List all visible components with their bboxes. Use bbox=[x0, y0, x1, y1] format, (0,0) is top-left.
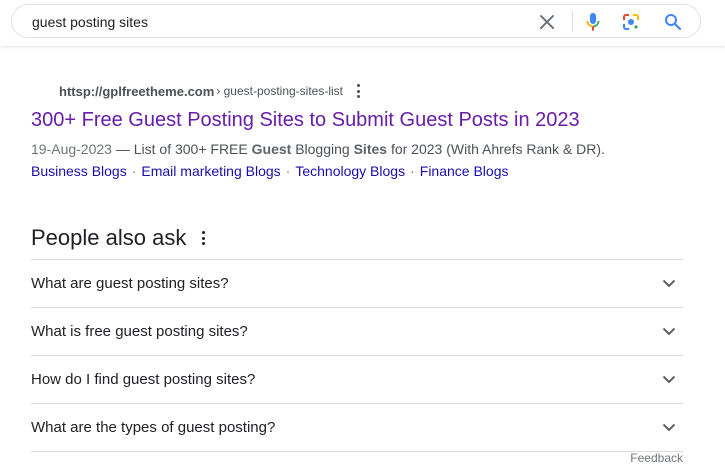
snippet-highlight: Sites bbox=[353, 141, 388, 157]
feedback-link[interactable]: Feedback bbox=[630, 451, 683, 465]
sitelink-business-blogs[interactable]: Business Blogs bbox=[31, 163, 127, 179]
snippet-text: — List of 300+ FREE bbox=[111, 141, 252, 157]
result-title-link[interactable]: 300+ Free Guest Posting Sites to Submit … bbox=[31, 107, 691, 133]
google-lens-icon[interactable] bbox=[620, 11, 642, 33]
result-path: › guest-posting-sites-list bbox=[216, 84, 344, 98]
result-sitelinks: Business Blogs · Email marketing Blogs · Tec… bbox=[31, 161, 691, 181]
question-text: What are guest posting sites? bbox=[31, 275, 229, 292]
more-vert-icon[interactable] bbox=[200, 231, 206, 245]
result-domain[interactable]: httsp://gplfreetheme.com bbox=[59, 84, 214, 99]
search-icon[interactable] bbox=[662, 11, 684, 33]
chevron-down-icon bbox=[657, 320, 681, 344]
more-vert-icon[interactable] bbox=[355, 84, 361, 98]
question-text: How do I find guest posting sites? bbox=[31, 371, 256, 388]
people-also-ask-title: People also ask bbox=[31, 225, 187, 250]
chevron-down-icon bbox=[657, 272, 681, 296]
question-list: What are guest posting sites? What is fr… bbox=[31, 259, 683, 452]
sitelink-finance-blogs[interactable]: Finance Blogs bbox=[420, 163, 509, 179]
result-date: 19-Aug-2023 bbox=[31, 141, 112, 157]
search-results-page: guest posting sites httsp://gplfreetheme… bbox=[0, 0, 725, 468]
snippet-text: for 2023 (With Ahrefs Rank & DR). bbox=[387, 141, 605, 157]
sitelink-technology-blogs[interactable]: Technology Blogs bbox=[295, 163, 405, 179]
sitelink-separator: · bbox=[410, 163, 415, 179]
sitelink-separator: · bbox=[131, 163, 137, 179]
microphone-icon[interactable] bbox=[582, 11, 604, 33]
snippet-highlight: Guest bbox=[251, 141, 292, 157]
chevron-down-icon bbox=[657, 416, 681, 440]
chevron-down-icon bbox=[657, 368, 681, 392]
search-header: guest posting sites bbox=[0, 0, 725, 46]
sitelink-email-marketing-blogs[interactable]: Email marketing Blogs bbox=[141, 163, 280, 179]
question-item[interactable]: What is free guest posting sites? bbox=[31, 308, 683, 356]
search-result: httsp://gplfreetheme.com › guest-posting… bbox=[31, 80, 691, 181]
question-text: What are the types of guest posting? bbox=[31, 419, 276, 436]
question-item[interactable]: How do I find guest posting sites? bbox=[31, 356, 683, 404]
result-citation: httsp://gplfreetheme.com › guest-posting… bbox=[31, 80, 691, 102]
search-input[interactable]: guest posting sites bbox=[32, 13, 148, 31]
question-item[interactable]: What are the types of guest posting? bbox=[31, 404, 683, 452]
search-box-divider bbox=[572, 12, 573, 32]
close-icon[interactable] bbox=[536, 11, 558, 33]
sitelink-separator: · bbox=[285, 163, 291, 179]
people-also-ask: People also ask What are guest posting s… bbox=[31, 222, 683, 452]
result-snippet: 19-Aug-2023 — List of 300+ FREE Guest Bl… bbox=[31, 139, 691, 159]
snippet-text: Blogging bbox=[291, 141, 354, 157]
question-item[interactable]: What are guest posting sites? bbox=[31, 260, 683, 308]
question-text: What is free guest posting sites? bbox=[31, 323, 248, 340]
search-box[interactable]: guest posting sites bbox=[11, 4, 701, 38]
people-also-ask-header: People also ask bbox=[31, 222, 683, 254]
